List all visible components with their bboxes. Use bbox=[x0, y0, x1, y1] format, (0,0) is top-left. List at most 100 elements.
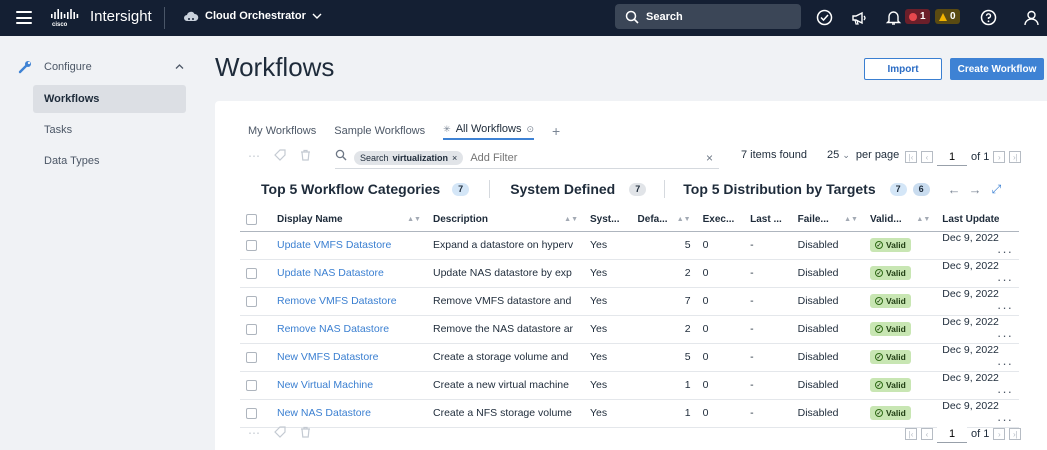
user-profile-icon[interactable] bbox=[1023, 9, 1040, 26]
workflow-description: Create a new virtual machine bbox=[426, 371, 585, 400]
last-page-icon[interactable]: ›| bbox=[1009, 151, 1022, 163]
warning-alerts-badge[interactable]: 0 bbox=[935, 9, 960, 24]
help-icon[interactable] bbox=[980, 9, 997, 26]
column-header[interactable]: Syst... bbox=[584, 209, 632, 232]
column-header[interactable]: Valid... ▲▼ bbox=[863, 209, 937, 232]
prev-page-icon[interactable]: ‹ bbox=[921, 151, 933, 163]
sort-icon[interactable]: ▲▼ bbox=[407, 216, 421, 223]
first-page-icon[interactable]: |‹ bbox=[905, 151, 917, 163]
per-page-select[interactable]: 25 ⌄ bbox=[827, 149, 850, 161]
sidebar-item-data-types[interactable]: Data Types bbox=[33, 147, 186, 175]
add-tab-button[interactable]: + bbox=[552, 123, 560, 139]
summary-next-icon[interactable]: → bbox=[969, 182, 982, 197]
column-header[interactable]: Faile... ▲▼ bbox=[791, 209, 864, 232]
app-switcher[interactable]: Cloud Orchestrator bbox=[183, 10, 322, 22]
page-number-input[interactable] bbox=[937, 425, 967, 443]
column-header[interactable]: Defa... ▲▼ bbox=[631, 209, 697, 232]
tab-my-workflows[interactable]: My Workflows bbox=[248, 123, 316, 139]
row-actions-icon[interactable]: ··· bbox=[997, 384, 1013, 399]
table-row[interactable]: Remove NAS Datastore Remove the NAS datas… bbox=[240, 315, 1019, 344]
workflow-name-link[interactable]: Update NAS Datastore bbox=[270, 259, 427, 288]
table-row[interactable]: New Virtual Machine Create a new virtual … bbox=[240, 371, 1019, 400]
system-defined-cell: Yes bbox=[584, 399, 632, 428]
tag-icon[interactable] bbox=[274, 149, 286, 161]
tab-sample-workflows[interactable]: Sample Workflows bbox=[334, 123, 425, 139]
row-checkbox[interactable] bbox=[246, 407, 257, 419]
sidebar-item-workflows[interactable]: Workflows bbox=[33, 85, 186, 113]
tab-all-workflows[interactable]: ✳ All Workflows ⊙ bbox=[443, 122, 535, 140]
more-actions-icon[interactable]: ⋯ bbox=[248, 426, 260, 440]
workflow-name-link[interactable]: New Virtual Machine bbox=[270, 371, 427, 400]
tab-settings-icon[interactable]: ⊙ bbox=[527, 124, 535, 135]
sort-icon[interactable]: ▲▼ bbox=[844, 216, 858, 223]
chevron-down-icon bbox=[312, 13, 322, 19]
table-row[interactable]: Update NAS Datastore Update NAS datastore… bbox=[240, 259, 1019, 288]
expand-icon[interactable]: ⤢ bbox=[992, 182, 1002, 197]
sort-icon[interactable]: ▲▼ bbox=[916, 216, 930, 223]
next-page-icon[interactable]: › bbox=[993, 428, 1006, 440]
more-actions-icon[interactable]: ⋯ bbox=[248, 149, 260, 163]
system-defined-title[interactable]: System Defined bbox=[510, 181, 615, 197]
table-row[interactable]: New VMFS Datastore Create a storage volum… bbox=[240, 343, 1019, 372]
row-checkbox[interactable] bbox=[246, 379, 257, 391]
row-actions-icon[interactable]: ··· bbox=[997, 328, 1013, 343]
chip-close-icon[interactable]: × bbox=[452, 153, 457, 163]
clear-filter-icon[interactable]: × bbox=[706, 151, 713, 165]
table-row[interactable]: New NAS Datastore Create a NFS storage vo… bbox=[240, 399, 1019, 428]
row-actions-icon[interactable]: ··· bbox=[997, 356, 1013, 371]
last-update-value: Dec 9, 2022 bbox=[942, 231, 999, 244]
sort-icon[interactable]: ▲▼ bbox=[677, 216, 691, 223]
categories-title[interactable]: Top 5 Workflow Categories bbox=[261, 181, 440, 197]
filter-chip[interactable]: Search virtualization × bbox=[354, 151, 464, 165]
column-header[interactable]: Last ... bbox=[744, 209, 792, 232]
row-checkbox[interactable] bbox=[246, 295, 257, 307]
last-page-icon[interactable]: ›| bbox=[1009, 428, 1022, 440]
row-checkbox[interactable] bbox=[246, 323, 257, 335]
row-actions-icon[interactable]: ··· bbox=[997, 272, 1013, 287]
global-search[interactable]: Search bbox=[615, 4, 801, 29]
last-update-value: Dec 9, 2022 bbox=[942, 287, 999, 300]
import-button[interactable]: Import bbox=[864, 58, 942, 80]
column-header[interactable]: Exec... bbox=[696, 209, 745, 232]
workflow-name-link[interactable]: New NAS Datastore bbox=[270, 399, 427, 428]
megaphone-icon[interactable] bbox=[851, 9, 868, 26]
row-checkbox[interactable] bbox=[246, 239, 257, 251]
row-checkbox[interactable] bbox=[246, 351, 257, 363]
next-page-icon[interactable]: › bbox=[993, 151, 1006, 163]
targets-title[interactable]: Top 5 Distribution by Targets bbox=[683, 181, 875, 197]
critical-alerts-badge[interactable]: 1 bbox=[905, 9, 930, 24]
first-page-icon[interactable]: |‹ bbox=[905, 428, 917, 440]
row-actions-icon[interactable]: ··· bbox=[997, 244, 1013, 259]
table-row[interactable]: Remove VMFS Datastore Remove VMFS datasto… bbox=[240, 287, 1019, 316]
bell-icon[interactable] bbox=[885, 9, 902, 26]
column-header[interactable]: Display Name ▲▼ bbox=[270, 209, 427, 232]
create-workflow-button[interactable]: Create Workflow bbox=[950, 58, 1044, 80]
table-row[interactable]: Update VMFS Datastore Expand a datastore … bbox=[240, 231, 1019, 260]
delete-icon[interactable] bbox=[300, 426, 311, 438]
prev-page-icon[interactable]: ‹ bbox=[921, 428, 933, 440]
system-defined-cell: Yes bbox=[584, 259, 632, 288]
hamburger-menu-icon[interactable] bbox=[16, 11, 32, 24]
row-checkbox[interactable] bbox=[246, 267, 257, 279]
row-actions-icon[interactable]: ··· bbox=[997, 300, 1013, 315]
column-label: Valid... bbox=[869, 214, 902, 226]
tag-icon[interactable] bbox=[274, 426, 286, 438]
workflow-name-link[interactable]: New VMFS Datastore bbox=[270, 343, 427, 372]
summary-prev-icon[interactable]: ← bbox=[948, 182, 961, 197]
workflow-name-link[interactable]: Remove NAS Datastore bbox=[270, 315, 427, 344]
column-label: Last Update bbox=[942, 214, 1000, 226]
page-number-input[interactable] bbox=[937, 148, 967, 166]
last-update-value: Dec 9, 2022 bbox=[942, 315, 999, 328]
sidebar-item-tasks[interactable]: Tasks bbox=[33, 116, 186, 144]
sidebar-section-configure[interactable]: Configure bbox=[18, 60, 184, 74]
column-label: Description bbox=[432, 214, 488, 226]
add-filter-input[interactable] bbox=[470, 152, 681, 164]
workflow-name-link[interactable]: Update VMFS Datastore bbox=[270, 231, 427, 260]
sort-icon[interactable]: ▲▼ bbox=[564, 216, 578, 223]
check-circle-icon[interactable] bbox=[816, 9, 833, 26]
column-header[interactable]: Last Update bbox=[936, 209, 1019, 232]
select-all-checkbox[interactable] bbox=[246, 214, 257, 226]
workflow-name-link[interactable]: Remove VMFS Datastore bbox=[270, 287, 427, 316]
column-header[interactable]: Description ▲▼ bbox=[426, 209, 585, 232]
delete-icon[interactable] bbox=[300, 149, 311, 161]
